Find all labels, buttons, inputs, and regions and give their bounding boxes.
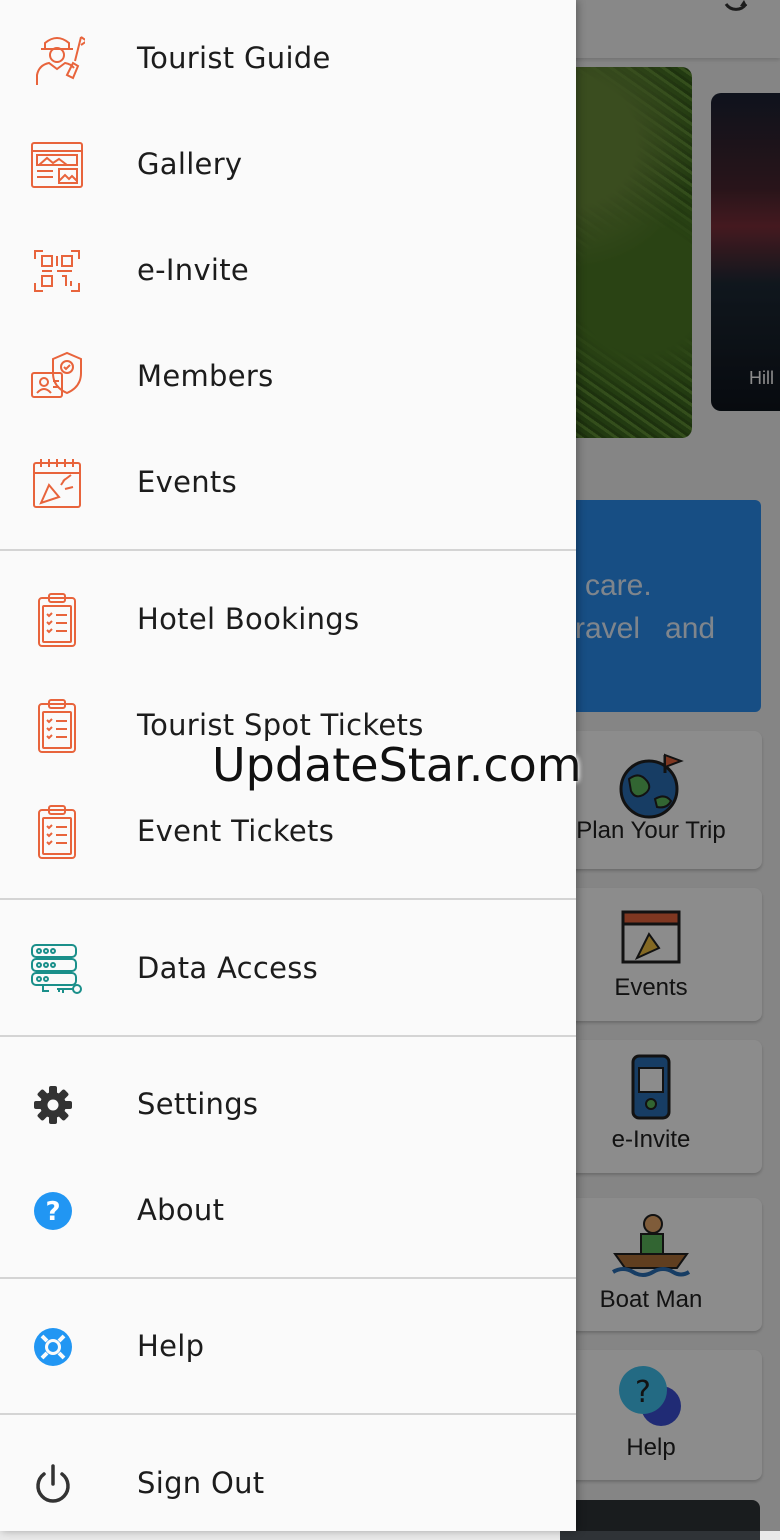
drawer-item-label: About	[137, 1193, 225, 1227]
gallery-icon	[29, 137, 85, 193]
events-calendar-icon	[29, 455, 85, 511]
lifebuoy-icon	[29, 1319, 85, 1375]
watermark-text: UpdateStar.com	[212, 738, 582, 792]
drawer-item-label: Events	[137, 465, 237, 499]
drawer-item-label: e-Invite	[137, 253, 250, 287]
drawer-item-settings[interactable]: Settings	[0, 1051, 576, 1157]
drawer-item-event-tickets[interactable]: Event Tickets	[0, 778, 576, 884]
svg-text:?: ?	[45, 1197, 60, 1227]
question-icon: ?	[29, 1183, 85, 1239]
clipboard-icon	[29, 698, 85, 754]
drawer-divider	[0, 549, 576, 551]
drawer-item-about[interactable]: ? About	[0, 1157, 576, 1263]
drawer-item-label: Gallery	[137, 147, 243, 181]
qr-code-icon	[29, 243, 85, 299]
drawer-item-gallery[interactable]: Gallery	[0, 111, 576, 217]
drawer-item-e-invite[interactable]: e-Invite	[0, 217, 576, 323]
drawer-item-data-access[interactable]: Data Access	[0, 915, 576, 1021]
drawer-item-sign-out[interactable]: Sign Out	[0, 1430, 576, 1536]
drawer-item-label: Members	[137, 359, 274, 393]
gear-icon	[29, 1077, 85, 1133]
drawer-item-label: Help	[137, 1329, 205, 1363]
drawer-item-tourist-guide[interactable]: Tourist Guide	[0, 5, 576, 111]
drawer-item-label: Hotel Bookings	[137, 602, 360, 636]
drawer-item-help[interactable]: Help	[0, 1293, 576, 1399]
members-shield-icon	[29, 349, 85, 405]
drawer-divider	[0, 1413, 576, 1415]
drawer-item-label: Tourist Guide	[137, 41, 331, 75]
drawer-item-label: Event Tickets	[137, 814, 335, 848]
clipboard-icon	[29, 592, 85, 648]
drawer-divider	[0, 1035, 576, 1037]
drawer-item-label: Data Access	[137, 951, 319, 985]
drawer-item-events[interactable]: Events	[0, 429, 576, 535]
database-key-icon	[29, 941, 85, 997]
power-icon	[29, 1456, 85, 1512]
drawer-item-label: Settings	[137, 1087, 259, 1121]
drawer-item-hotel-bookings[interactable]: Hotel Bookings	[0, 566, 576, 672]
tourist-guide-icon	[29, 31, 85, 87]
drawer-divider	[0, 1277, 576, 1279]
clipboard-icon	[29, 804, 85, 860]
drawer-divider	[0, 898, 576, 900]
drawer-item-label: Sign Out	[137, 1466, 265, 1500]
drawer-item-members[interactable]: Members	[0, 323, 576, 429]
